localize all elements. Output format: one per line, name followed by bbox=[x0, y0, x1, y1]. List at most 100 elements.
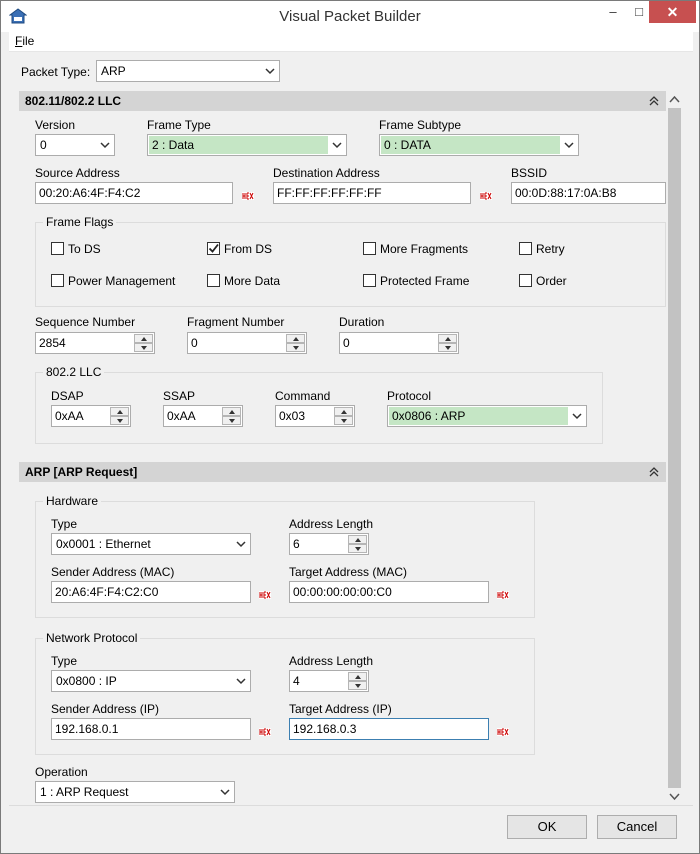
net-type-label: Type bbox=[51, 654, 78, 668]
operation-label: Operation bbox=[35, 765, 88, 779]
spin-down-icon[interactable] bbox=[134, 343, 153, 352]
checkmark-icon bbox=[208, 243, 219, 253]
version-select[interactable]: 0 bbox=[35, 134, 115, 156]
chevron-down-icon bbox=[100, 138, 110, 152]
spin-up-icon[interactable] bbox=[134, 334, 153, 343]
destination-address-label: Destination Address bbox=[273, 166, 380, 180]
chevron-down-icon bbox=[236, 537, 246, 551]
bssid-label: BSSID bbox=[511, 166, 548, 180]
net-type-select[interactable]: 0x0800 : IP bbox=[51, 670, 251, 692]
packet-builder-window: Visual Packet Builder – □ ✕ File Packet … bbox=[0, 0, 700, 854]
footer-divider bbox=[9, 805, 693, 806]
target-ip-input[interactable]: 192.168.0.3 bbox=[289, 718, 489, 740]
menu-bar: File bbox=[9, 32, 693, 52]
minimize-icon[interactable]: – bbox=[599, 1, 627, 23]
scrollbar-thumb[interactable] bbox=[668, 108, 681, 788]
sender-ip-label: Sender Address (IP) bbox=[51, 702, 160, 716]
spin-up-icon[interactable] bbox=[438, 334, 457, 343]
menu-file[interactable]: File bbox=[15, 34, 34, 48]
ok-button[interactable]: OK bbox=[507, 815, 587, 839]
chevron-down-icon bbox=[332, 138, 342, 152]
scroll-down-icon[interactable] bbox=[666, 788, 683, 805]
protocol-label: Protocol bbox=[387, 389, 432, 403]
chevron-down-icon bbox=[564, 138, 574, 152]
hw-address-length-label: Address Length bbox=[289, 517, 374, 531]
source-address-input[interactable]: 00:20:A6:4F:F4:C2 bbox=[35, 182, 233, 204]
frame-type-label: Frame Type bbox=[147, 118, 211, 132]
spin-up-icon[interactable] bbox=[348, 672, 367, 681]
hex-icon[interactable] bbox=[497, 588, 509, 599]
net-address-length-stepper[interactable]: 4 bbox=[289, 670, 369, 692]
spin-down-icon[interactable] bbox=[286, 343, 305, 352]
spin-up-icon[interactable] bbox=[348, 535, 367, 544]
hw-address-length-stepper[interactable]: 6 bbox=[289, 533, 369, 555]
arp-section-header[interactable]: ARP [ARP Request] bbox=[19, 462, 666, 482]
hw-type-label: Type bbox=[51, 517, 78, 531]
chevron-down-icon bbox=[236, 674, 246, 688]
spin-down-icon[interactable] bbox=[222, 416, 241, 425]
operation-select[interactable]: 1 : ARP Request bbox=[35, 781, 235, 803]
target-mac-label: Target Address (MAC) bbox=[289, 565, 408, 579]
cancel-button[interactable]: Cancel bbox=[597, 815, 677, 839]
packet-type-label: Packet Type: bbox=[21, 65, 91, 79]
destination-address-input[interactable]: FF:FF:FF:FF:FF:FF bbox=[273, 182, 471, 204]
protocol-select[interactable]: 0x0806 : ARP bbox=[387, 405, 587, 427]
hex-icon[interactable] bbox=[497, 725, 509, 736]
network-protocol-group-title: Network Protocol bbox=[43, 631, 141, 645]
collapse-icon[interactable] bbox=[648, 95, 660, 107]
vertical-scrollbar[interactable] bbox=[666, 91, 683, 805]
hex-icon[interactable] bbox=[480, 189, 492, 200]
frame-subtype-label: Frame Subtype bbox=[379, 118, 462, 132]
duration-label: Duration bbox=[339, 315, 385, 329]
hex-icon[interactable] bbox=[259, 588, 271, 599]
spin-down-icon[interactable] bbox=[348, 544, 367, 553]
spin-down-icon[interactable] bbox=[348, 681, 367, 690]
dsap-label: DSAP bbox=[51, 389, 84, 403]
sender-ip-input[interactable]: 192.168.0.1 bbox=[51, 718, 251, 740]
version-label: Version bbox=[35, 118, 76, 132]
source-address-label: Source Address bbox=[35, 166, 120, 180]
ssap-stepper[interactable]: 0xAA bbox=[163, 405, 243, 427]
llc-section-header[interactable]: 802.11/802.2 LLC bbox=[19, 91, 666, 111]
spin-up-icon[interactable] bbox=[222, 407, 241, 416]
hw-type-select[interactable]: 0x0001 : Ethernet bbox=[51, 533, 251, 555]
collapse-icon[interactable] bbox=[648, 466, 660, 478]
sequence-number-label: Sequence Number bbox=[35, 315, 136, 329]
chevron-down-icon bbox=[220, 785, 230, 799]
command-label: Command bbox=[275, 389, 331, 403]
hardware-group-title: Hardware bbox=[43, 494, 102, 508]
dsap-stepper[interactable]: 0xAA bbox=[51, 405, 131, 427]
spin-up-icon[interactable] bbox=[110, 407, 129, 416]
spin-down-icon[interactable] bbox=[334, 416, 353, 425]
window-title: Visual Packet Builder bbox=[279, 8, 421, 25]
close-icon[interactable]: ✕ bbox=[649, 1, 696, 23]
target-mac-input[interactable]: 00:00:00:00:00:C0 bbox=[289, 581, 489, 603]
hex-icon[interactable] bbox=[259, 725, 271, 736]
scroll-up-icon[interactable] bbox=[666, 91, 683, 108]
llc-group-title: 802.2 LLC bbox=[43, 365, 105, 379]
title-bar[interactable]: Visual Packet Builder – □ ✕ bbox=[1, 1, 699, 32]
chevron-down-icon bbox=[265, 64, 275, 78]
sender-mac-input[interactable]: 20:A6:4F:F4:C2:C0 bbox=[51, 581, 251, 603]
frame-flags-title: Frame Flags bbox=[43, 215, 117, 229]
hex-icon[interactable] bbox=[242, 189, 254, 200]
sequence-number-stepper[interactable]: 2854 bbox=[35, 332, 155, 354]
spin-down-icon[interactable] bbox=[438, 343, 457, 352]
frame-subtype-select[interactable]: 0 : DATA bbox=[379, 134, 579, 156]
sender-mac-label: Sender Address (MAC) bbox=[51, 565, 175, 579]
frame-type-select[interactable]: 2 : Data bbox=[147, 134, 347, 156]
ssap-label: SSAP bbox=[163, 389, 196, 403]
spin-down-icon[interactable] bbox=[110, 416, 129, 425]
chevron-down-icon bbox=[572, 409, 582, 423]
target-ip-label: Target Address (IP) bbox=[289, 702, 392, 716]
frame-flags-group bbox=[35, 222, 666, 307]
bssid-input[interactable]: 00:0D:88:17:0A:B8 bbox=[511, 182, 666, 204]
fragment-number-stepper[interactable]: 0 bbox=[187, 332, 307, 354]
packet-type-select[interactable]: ARP bbox=[96, 60, 280, 82]
command-stepper[interactable]: 0x03 bbox=[275, 405, 355, 427]
spin-up-icon[interactable] bbox=[334, 407, 353, 416]
duration-stepper[interactable]: 0 bbox=[339, 332, 459, 354]
net-address-length-label: Address Length bbox=[289, 654, 374, 668]
fragment-number-label: Fragment Number bbox=[187, 315, 285, 329]
spin-up-icon[interactable] bbox=[286, 334, 305, 343]
